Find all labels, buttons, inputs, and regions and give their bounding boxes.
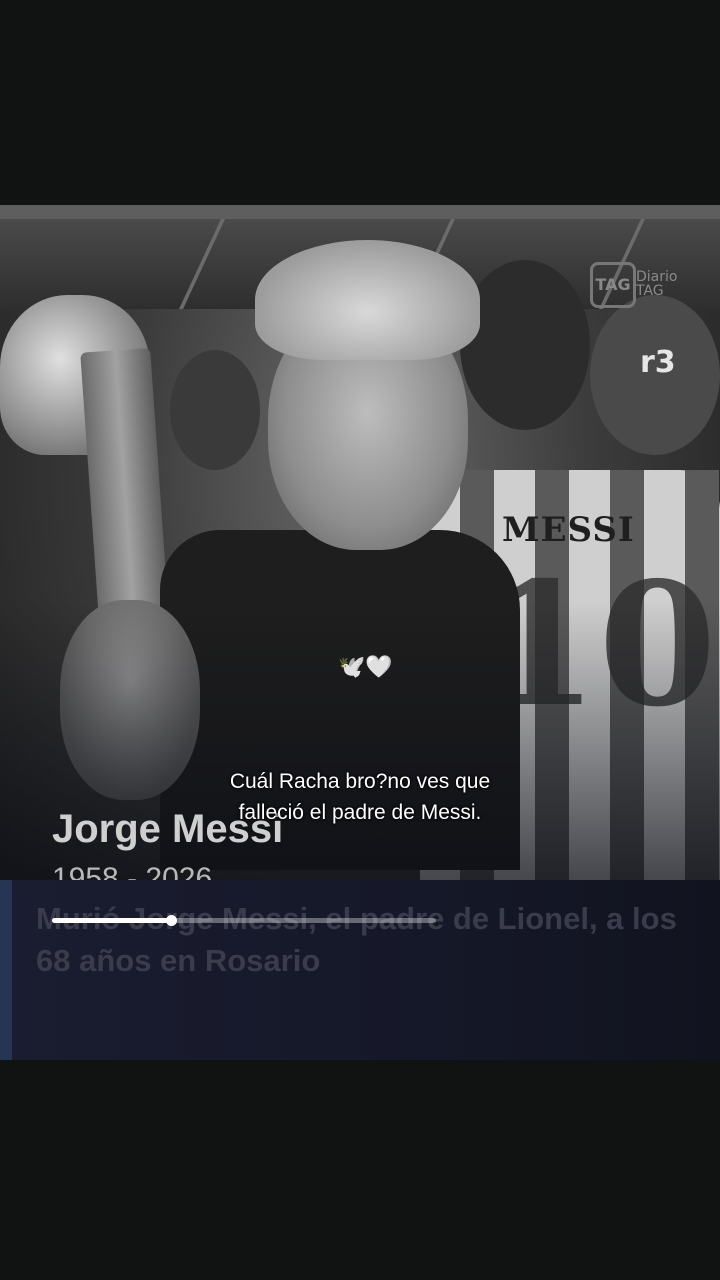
playback-scrubber-handle[interactable] [166, 915, 178, 926]
watermark-text: Diario TAG [636, 269, 678, 299]
crowd-person [460, 260, 590, 430]
video-caption: Cuál Racha bro?no ves que falleció el pa… [229, 770, 491, 824]
man-hair [255, 240, 480, 360]
top-black-bar [0, 0, 720, 205]
frame-top-stripe [0, 205, 720, 219]
playback-progress-fill [52, 918, 172, 923]
news-headline: Murió Jorge Messi, el padre de Lionel, a… [36, 901, 677, 978]
bottom-shade [0, 600, 720, 900]
bottom-black-bar [0, 1060, 720, 1280]
diario-tag-logo-icon: TAG [590, 262, 636, 308]
headline-panel-edge [0, 880, 12, 1060]
channel-tag: r3 [640, 345, 676, 380]
crowd-person [170, 350, 260, 470]
dove-heart-emojis: 🕊️🤍 [338, 655, 393, 680]
playback-progress-bar[interactable] [52, 915, 436, 926]
jersey-name: MESSI [502, 510, 635, 550]
